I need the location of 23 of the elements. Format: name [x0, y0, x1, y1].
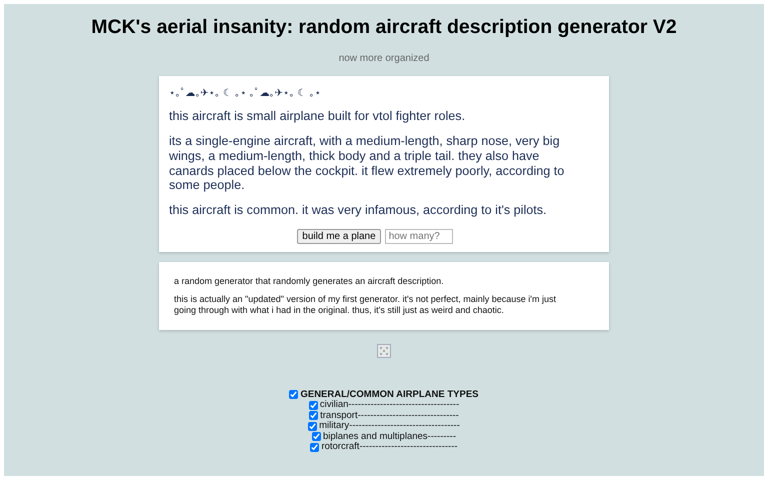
type-checkbox[interactable]	[309, 411, 318, 420]
category-label: GENERAL/COMMON AIRPLANE TYPES	[300, 390, 479, 400]
description-text: this aircraft is small airplane built for vtol fighter roles.	[169, 109, 466, 124]
type-checkbox[interactable]	[312, 432, 321, 442]
type-label: transport--------------------------------	[320, 410, 459, 421]
description-text: this aircraft is common. it was very infamous, according to it's pilots.	[169, 203, 548, 218]
build-button[interactable]: build me a plane	[297, 229, 381, 244]
type-checkbox[interactable]	[308, 400, 318, 410]
about-text: a random generator that randomly generates an aircraft description.	[174, 276, 445, 287]
type-checkbox[interactable]	[308, 422, 318, 431]
type-label: military-----------------------------------	[319, 421, 460, 432]
count-field[interactable]: how many?	[384, 229, 453, 244]
type-label: rotorcraft-------------------------------	[321, 442, 458, 453]
broken-image-icon	[377, 344, 391, 358]
type-label: civilian-----------------------------------	[320, 400, 460, 411]
description-text: its a single-engine aircraft, with a medium-length, sharp nose, very big wings, a medium-length, thick body and a triple tail. they also have canards placed below the cockpit. it flew extremely poorly, according to some people.	[169, 134, 566, 194]
type-label: biplanes and multiplanes---------	[322, 432, 456, 442]
subtitle: now more organized	[338, 53, 430, 64]
decoration-text: ⋆｡ﾟ☁｡✈⋆｡ ☾ ｡⋆ ｡ﾟ☁｡✈⋆｡ ☾ ｡⋆	[169, 87, 322, 99]
category-checkbox[interactable]	[289, 390, 298, 400]
type-checkbox[interactable]	[310, 442, 320, 452]
page-title: MCK's aerial insanity: random aircraft description generator V2	[91, 16, 677, 39]
about-text: this is actually an "updated" version of my first generator. it's not perfect, mainly because i'm just going through with what i had in the original. thus, it's still just as weird and chaotic.	[174, 294, 558, 316]
